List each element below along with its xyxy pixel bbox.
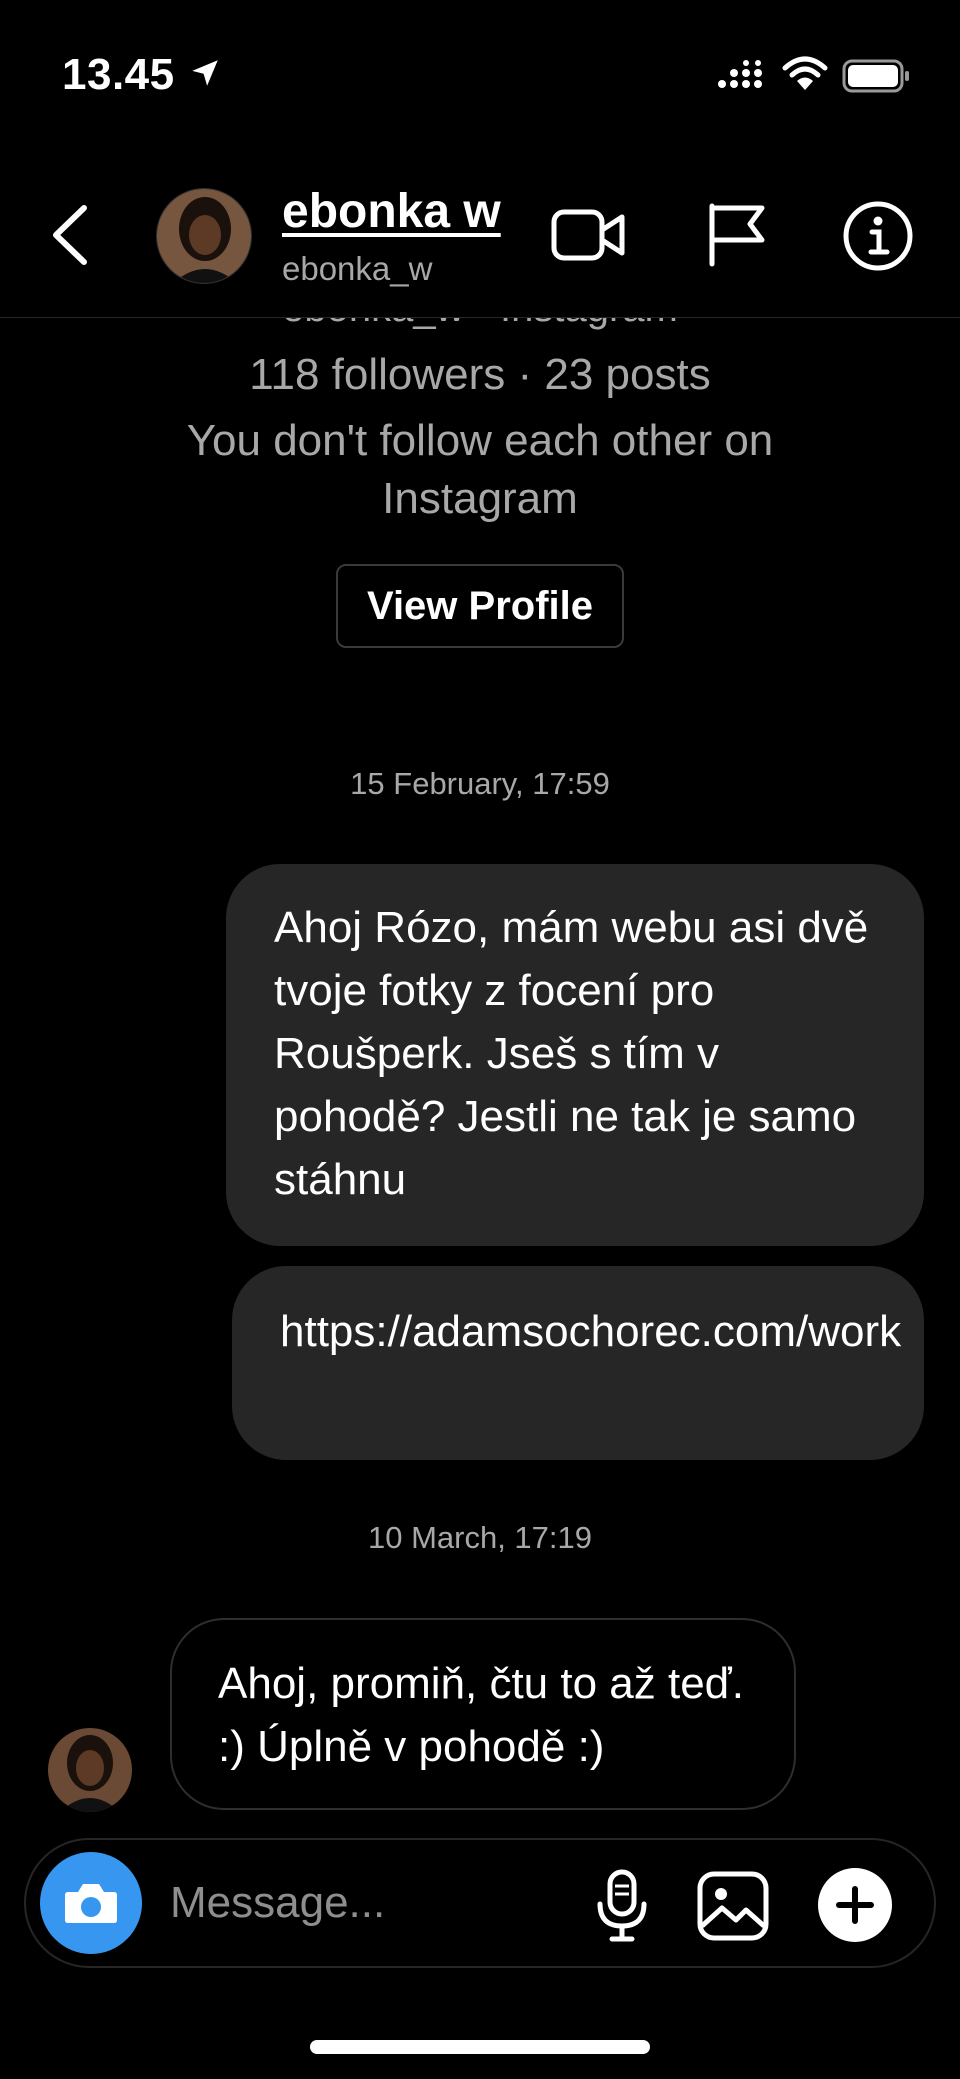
report-flag-button[interactable] bbox=[704, 200, 770, 268]
microphone-button[interactable] bbox=[592, 1868, 652, 1944]
view-profile-button[interactable]: View Profile bbox=[336, 564, 624, 648]
message-timestamp: 15 February, 17:59 bbox=[350, 766, 610, 801]
status-bar: 13.45 bbox=[0, 0, 960, 150]
battery-icon bbox=[842, 58, 912, 94]
message-timestamp: 10 March, 17:19 bbox=[367, 1520, 593, 1555]
more-options-button[interactable] bbox=[818, 1868, 892, 1942]
home-indicator[interactable] bbox=[310, 2040, 650, 2054]
profile-relation: You don't follow each other on Instagram bbox=[186, 416, 774, 523]
info-button[interactable] bbox=[842, 200, 914, 272]
profile-stats: 118 followers · 23 posts bbox=[249, 350, 711, 399]
header-username: ebonka_w bbox=[282, 250, 433, 287]
message-input[interactable] bbox=[170, 1866, 590, 1940]
microphone-icon bbox=[592, 1868, 652, 1944]
outgoing-link-bubble[interactable]: https://adamsochorec.com/work bbox=[232, 1266, 924, 1460]
back-button[interactable] bbox=[44, 202, 100, 268]
cellular-signal-icon bbox=[716, 60, 768, 92]
chat-header: ebonka w ebonka_w bbox=[0, 150, 960, 318]
sender-avatar[interactable] bbox=[48, 1728, 132, 1812]
outgoing-message-bubble[interactable]: Ahoj Rózo, mám webu asi dvě tvoje fotky … bbox=[226, 864, 924, 1246]
header-display-name[interactable]: ebonka w bbox=[282, 184, 501, 239]
flag-icon bbox=[704, 200, 770, 268]
location-arrow-icon bbox=[188, 56, 222, 90]
plus-icon bbox=[835, 1885, 875, 1925]
status-time: 13.45 bbox=[62, 50, 175, 99]
video-call-button[interactable] bbox=[550, 202, 626, 268]
back-chevron-icon bbox=[44, 202, 100, 268]
camera-button[interactable] bbox=[40, 1852, 142, 1954]
header-avatar[interactable] bbox=[156, 188, 252, 284]
incoming-message-bubble[interactable]: Ahoj, promiň, čtu to až teď. :) Úplně v … bbox=[170, 1618, 796, 1810]
gallery-button[interactable] bbox=[696, 1870, 770, 1942]
gallery-icon bbox=[696, 1870, 770, 1942]
message-composer bbox=[24, 1838, 936, 1968]
video-call-icon bbox=[550, 202, 626, 268]
info-icon bbox=[842, 200, 914, 272]
wifi-icon bbox=[782, 56, 828, 92]
camera-icon bbox=[62, 1880, 120, 1926]
